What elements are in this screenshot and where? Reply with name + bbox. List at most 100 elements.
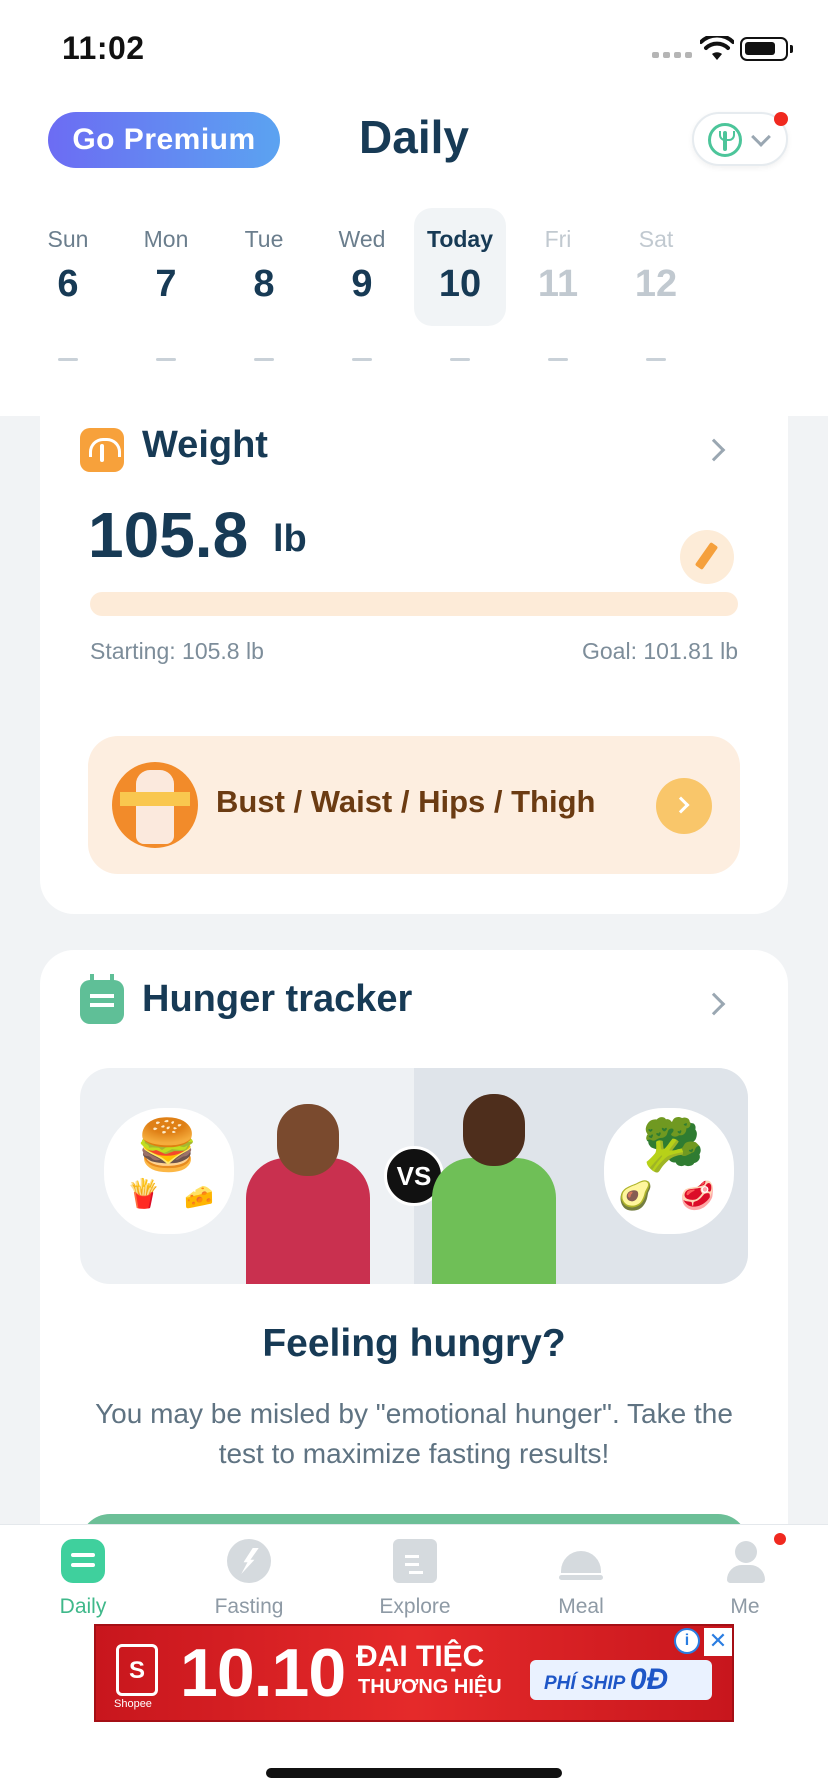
me-icon [723, 1539, 767, 1583]
body-measurements-label: Bust / Waist / Hips / Thigh [216, 784, 596, 819]
day-name: Sun [47, 226, 89, 252]
day-status-mark [352, 358, 372, 361]
tab-label: Me [730, 1595, 760, 1618]
day-number: 8 [253, 263, 275, 305]
hunger-card-title: Hunger tracker [142, 978, 413, 1020]
hunger-description: You may be misled by "emotional hunger".… [95, 1398, 733, 1469]
battery-icon [740, 37, 793, 61]
day-fri[interactable]: Fri 11 [512, 208, 604, 361]
tab-daily[interactable]: Daily [0, 1525, 166, 1625]
day-status-mark [548, 358, 568, 361]
fries-icon: 🍟 [126, 1178, 161, 1209]
day-status-mark [450, 358, 470, 361]
home-indicator [266, 1768, 562, 1778]
day-name: Wed [338, 226, 386, 252]
explore-icon [393, 1539, 437, 1583]
ad-close-icon[interactable]: ✕ [704, 1628, 732, 1656]
tab-label: Explore [379, 1595, 451, 1618]
hunger-tracker-card[interactable]: Hunger tracker 🍔 🍟 🧀 VS 🥦 🥑 🥩 Feeling hu… [40, 950, 788, 1574]
day-tue[interactable]: Tue 8 [218, 208, 310, 361]
edit-weight-button[interactable] [680, 530, 734, 584]
tab-bar: Daily Fasting Explore Meal Me [0, 1524, 828, 1624]
ad-ship-value: 0Đ [629, 1663, 669, 1696]
chevron-down-icon [751, 127, 771, 147]
daily-icon [61, 1539, 105, 1583]
day-sun[interactable]: Sun 6 [22, 208, 114, 361]
header: Go Premium Daily Sun 6 Mon 7 Tue 8 Wed 9… [0, 94, 828, 416]
tab-label: Meal [558, 1595, 604, 1618]
fasting-icon [227, 1539, 271, 1583]
chevron-right-icon[interactable] [702, 438, 726, 462]
avocado-icon: 🥑 [618, 1180, 653, 1211]
tab-fasting[interactable]: Fasting [166, 1525, 332, 1625]
day-name: Tue [244, 226, 284, 252]
cellular-signal-icon [652, 52, 692, 58]
day-name: Sat [638, 226, 674, 252]
weight-progress-bar [90, 592, 738, 616]
scale-icon [80, 428, 124, 472]
ad-date: 10.10 [180, 1635, 346, 1711]
day-number: 10 [438, 263, 482, 305]
arrow-right-icon[interactable] [656, 778, 712, 834]
day-sat[interactable]: Sat 12 [610, 208, 702, 361]
day-mon[interactable]: Mon 7 [120, 208, 212, 361]
tab-label: Daily [59, 1595, 107, 1618]
weight-card-title: Weight [142, 424, 268, 466]
day-number: 7 [155, 263, 177, 305]
notification-dot [774, 112, 788, 126]
day-number: 9 [351, 263, 373, 305]
day-number: 6 [57, 263, 79, 305]
weight-unit: lb [273, 518, 307, 560]
cheese-icon: 🧀 [184, 1184, 214, 1211]
fasting-plan-icon [708, 123, 742, 157]
meat-icon: 🥩 [680, 1180, 715, 1211]
feeling-hungry-heading: Feeling hungry? [262, 1322, 566, 1365]
junk-food-bubble: 🍔 🍟 🧀 [104, 1108, 234, 1234]
measuring-tape-icon [112, 762, 198, 848]
ad-banner[interactable]: S Shopee 10.10 ĐẠI TIỆC THƯƠNG HIỆU PHÍ … [94, 1624, 734, 1722]
broccoli-icon: 🥦 [642, 1117, 705, 1173]
healthy-food-bubble: 🥦 🥑 🥩 [604, 1108, 734, 1234]
ad-info-icon[interactable]: i [674, 1628, 700, 1654]
status-bar: 11:02 [0, 0, 828, 94]
ad-area: S Shopee 10.10 ĐẠI TIỆC THƯƠNG HIỆU PHÍ … [0, 1624, 828, 1792]
shopee-logo-icon: S [116, 1644, 158, 1696]
day-name: Fri [544, 226, 572, 252]
tab-label: Fasting [214, 1595, 284, 1618]
chevron-right-icon[interactable] [702, 992, 726, 1016]
day-today[interactable]: Today 10 [414, 208, 506, 361]
day-number: 11 [537, 263, 579, 305]
me-notification-dot [774, 1533, 786, 1545]
calendar-icon [80, 974, 124, 1024]
day-name: Mon [143, 226, 189, 252]
tab-me[interactable]: Me [662, 1525, 828, 1625]
ad-shipping-badge: PHÍ SHIP 0Đ [530, 1660, 712, 1700]
body-measurements-banner[interactable]: Bust / Waist / Hips / Thigh [88, 736, 740, 874]
ad-subheadline: THƯƠNG HIỆU [358, 1676, 502, 1698]
pencil-icon [694, 541, 719, 571]
status-time: 11:02 [62, 30, 145, 66]
goal-weight: Goal: 101.81 lb [581, 638, 738, 664]
day-status-mark [254, 358, 274, 361]
wifi-icon [700, 36, 734, 60]
ad-headline: ĐẠI TIỆC [356, 1640, 485, 1673]
weight-card[interactable]: Weight 105.8 lb Starting: 105.8 lb Goal:… [40, 400, 788, 914]
day-number: 12 [634, 263, 678, 305]
day-status-mark [156, 358, 176, 361]
man-figure [432, 1088, 556, 1284]
ad-ship-prefix: PHÍ SHIP [544, 1673, 625, 1694]
burger-icon: 🍔 [136, 1117, 199, 1173]
woman-figure [246, 1094, 370, 1284]
week-selector: Sun 6 Mon 7 Tue 8 Wed 9 Today 10 Fri 11 [22, 208, 806, 408]
hunger-illustration: 🍔 🍟 🧀 VS 🥦 🥑 🥩 [80, 1068, 748, 1284]
ad-brand: Shopee [114, 1698, 152, 1710]
day-status-mark [58, 358, 78, 361]
tab-meal[interactable]: Meal [498, 1525, 664, 1625]
tab-explore[interactable]: Explore [332, 1525, 498, 1625]
meal-icon [559, 1539, 603, 1583]
current-weight-value: 105.8 [88, 499, 249, 571]
starting-weight: Starting: 105.8 lb [90, 638, 264, 664]
day-wed[interactable]: Wed 9 [316, 208, 408, 361]
day-name: Today [426, 226, 494, 252]
day-status-mark [646, 358, 666, 361]
